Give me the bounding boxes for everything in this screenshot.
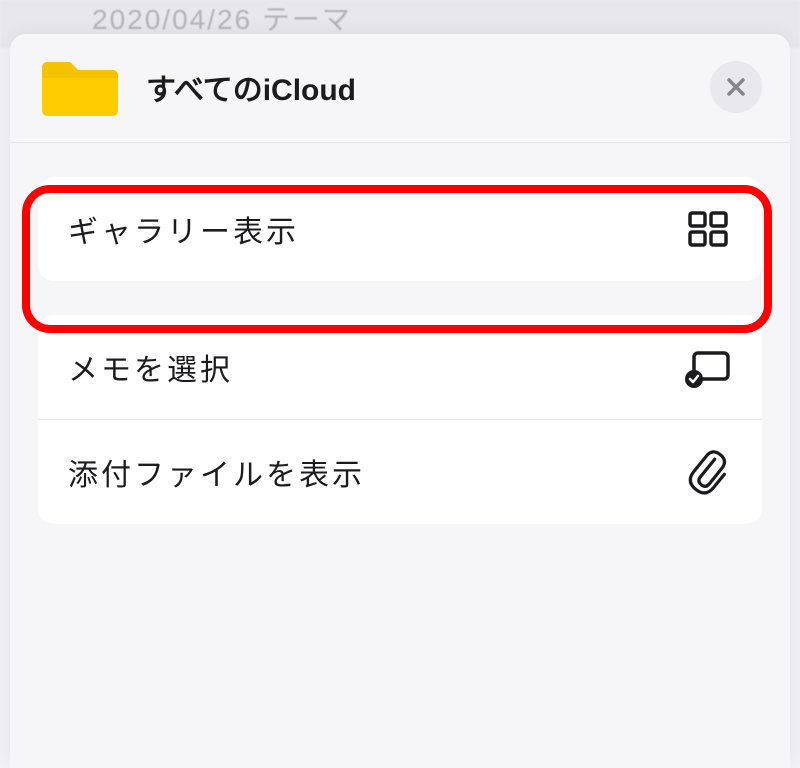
menu-item-gallery-view[interactable]: ギャラリー表示 <box>38 177 762 281</box>
menu-group-1: ギャラリー表示 <box>38 177 762 281</box>
sheet-header: すべてのiCloud <box>10 34 790 143</box>
header-left: すべてのiCloud <box>38 54 356 120</box>
close-icon <box>726 77 746 97</box>
grid-icon <box>684 205 732 253</box>
menu-item-select-notes[interactable]: メモを選択 <box>38 315 762 419</box>
sheet-content: ギャラリー表示 メモを選択 <box>10 143 790 524</box>
background-text: 2020/04/26 テーマ <box>92 4 352 35</box>
sheet-title: すべてのiCloud <box>146 65 356 109</box>
close-button[interactable] <box>710 61 762 113</box>
menu-item-show-attachments[interactable]: 添付ファイルを表示 <box>38 419 762 524</box>
folder-icon <box>38 54 122 120</box>
action-sheet: すべてのiCloud ギャラリー表示 <box>10 34 790 768</box>
menu-item-label: メモを選択 <box>68 345 233 389</box>
menu-item-label: 添付ファイルを表示 <box>68 450 365 494</box>
menu-group-2: メモを選択 添付ファイルを表示 <box>38 315 762 524</box>
select-icon <box>684 343 732 391</box>
menu-item-label: ギャラリー表示 <box>68 207 299 251</box>
paperclip-icon <box>684 448 732 496</box>
